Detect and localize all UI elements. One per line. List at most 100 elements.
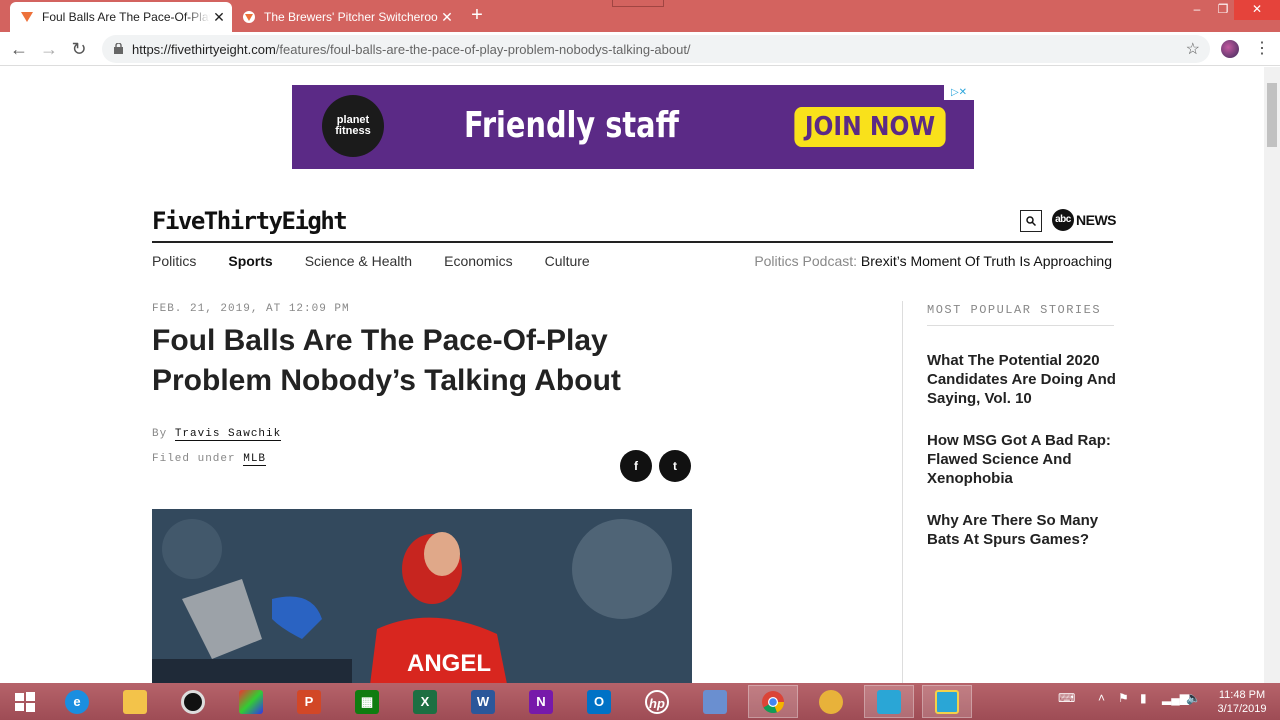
snipping-tool-taskbar[interactable]	[864, 685, 914, 718]
back-arrow-icon[interactable]: ←	[8, 38, 30, 60]
author-link[interactable]: Travis Sawchik	[174, 428, 282, 441]
abc-news-text: NEWS	[1076, 212, 1117, 228]
tab-title: Foul Balls Are The Pace-Of-Play P	[42, 10, 210, 24]
twitter-share-icon[interactable]: t	[659, 450, 691, 482]
sidebar-title: MOST POPULAR STORIES	[927, 303, 1102, 317]
lock-icon	[114, 43, 123, 54]
tray-expand-icon[interactable]: ˄	[1098, 691, 1105, 705]
url-host: https://fivethirtyeight.com	[132, 42, 276, 57]
search-icon[interactable]	[1020, 210, 1042, 232]
abc-news-logo[interactable]: abc NEWS	[1052, 209, 1117, 231]
excel-icon: X	[413, 689, 437, 714]
tab-foul-balls[interactable]: Foul Balls Are The Pace-Of-Play P ✕	[10, 2, 232, 32]
internet-explorer-taskbar[interactable]: e	[52, 685, 102, 718]
store-taskbar[interactable]: ▦	[342, 685, 392, 718]
fivethirtyeight-favicon-icon	[21, 12, 33, 22]
tab-close-icon[interactable]: ✕	[210, 9, 228, 26]
file-explorer-taskbar[interactable]	[110, 685, 160, 718]
network-icon[interactable]: ▂▄▆	[1162, 691, 1189, 705]
word-icon: W	[471, 689, 495, 714]
url-path: /features/foul-balls-are-the-pace-of-pla…	[275, 42, 691, 57]
tag-link-mlb[interactable]: MLB	[243, 453, 267, 466]
popular-story-2[interactable]: How MSG Got A Bad Rap: Flawed Science An…	[927, 431, 1117, 488]
word-taskbar[interactable]: W	[458, 685, 508, 718]
snipping-tool-2-taskbar[interactable]	[922, 685, 972, 718]
browser-titlebar: Foul Balls Are The Pace-Of-Play P ✕ The …	[0, 0, 1280, 32]
clock-time: 11:48 PM	[1218, 689, 1266, 701]
header-divider	[152, 241, 1113, 243]
onenote-icon: N	[529, 689, 553, 714]
app-taskbar[interactable]	[806, 685, 856, 718]
scrollbar-thumb[interactable]	[1267, 83, 1277, 147]
site-logo[interactable]: FiveThirtyEight	[152, 207, 348, 235]
hp-icon: hp	[645, 689, 669, 714]
hp-app-taskbar[interactable]: hp	[632, 685, 682, 718]
internet-explorer-icon: e	[65, 689, 89, 714]
window-drag-handle[interactable]	[612, 0, 664, 7]
minimize-button[interactable]: –	[1184, 0, 1210, 20]
close-window-button[interactable]: ✕	[1234, 0, 1280, 20]
outlook-icon: O	[587, 689, 611, 714]
utility-icon	[703, 689, 727, 714]
url-text[interactable]: https://fivethirtyeight.com/features/fou…	[132, 42, 691, 57]
excel-taskbar[interactable]: X	[400, 685, 450, 718]
podcast-label: Politics Podcast:	[754, 253, 858, 269]
nav-economics[interactable]: Economics	[444, 253, 512, 269]
filed-under: Filed under MLB	[152, 453, 267, 466]
address-bar[interactable]: https://fivethirtyeight.com/features/fou…	[102, 35, 1210, 63]
page-content: planet fitness Friendly staff JOIN NOW ▷…	[0, 67, 1264, 683]
section-nav: Politics Sports Science & Health Economi…	[152, 253, 622, 269]
popular-story-3[interactable]: Why Are There So Many Bats At Spurs Game…	[927, 511, 1117, 549]
popular-story-1[interactable]: What The Potential 2020 Candidates Are D…	[927, 351, 1117, 408]
photos-icon	[239, 689, 263, 714]
article-hero-image: ANGEL	[152, 509, 692, 683]
svg-text:ANGEL: ANGEL	[407, 650, 491, 677]
camera-app-taskbar[interactable]	[168, 685, 218, 718]
utility-taskbar[interactable]	[690, 685, 740, 718]
tab-close-icon[interactable]: ✕	[438, 9, 456, 26]
chrome-taskbar[interactable]	[748, 685, 798, 718]
start-button[interactable]	[0, 685, 50, 718]
clock-date: 3/17/2019	[1217, 703, 1267, 715]
adchoices-icon[interactable]: ▷✕	[944, 85, 974, 100]
planet-fitness-logo: planet fitness	[322, 95, 384, 157]
chrome-icon	[762, 690, 785, 713]
powerpoint-icon: P	[297, 689, 321, 714]
new-tab-button[interactable]: +	[466, 5, 488, 27]
nav-culture[interactable]: Culture	[545, 253, 590, 269]
nav-politics[interactable]: Politics	[152, 253, 196, 269]
maximize-button[interactable]: ❐	[1210, 0, 1236, 20]
app-icon	[819, 689, 843, 714]
tab-brewers[interactable]: The Brewers' Pitcher Switcheroo ✕	[236, 2, 460, 32]
battery-icon[interactable]: ▮	[1140, 691, 1147, 705]
ad-message: Friendly staff	[464, 105, 679, 146]
article-headline: Foul Balls Are The Pace-Of-Play Problem …	[152, 324, 621, 397]
photos-app-taskbar[interactable]	[226, 685, 276, 718]
profile-avatar[interactable]	[1221, 40, 1239, 58]
volume-icon[interactable]: 🔈	[1186, 691, 1201, 705]
page-scrollbar[interactable]	[1264, 67, 1280, 683]
nav-sports[interactable]: Sports	[228, 253, 272, 269]
banner-ad[interactable]: planet fitness Friendly staff JOIN NOW ▷…	[292, 85, 974, 169]
facebook-share-icon[interactable]: f	[620, 450, 652, 482]
snipping-icon	[877, 689, 901, 714]
sidebar: MOST POPULAR STORIES What The Potential …	[902, 301, 1116, 683]
folder-icon	[123, 689, 147, 714]
forward-arrow-icon[interactable]: →	[38, 38, 60, 60]
outlook-taskbar[interactable]: O	[574, 685, 624, 718]
reload-icon[interactable]: ↻	[68, 38, 90, 60]
nav-science-health[interactable]: Science & Health	[305, 253, 412, 269]
keyboard-icon[interactable]: ⌨	[1058, 691, 1075, 705]
powerpoint-taskbar[interactable]: P	[284, 685, 334, 718]
bookmark-star-icon[interactable]: ☆	[1186, 39, 1200, 59]
fivethirtyeight-favicon-icon	[243, 11, 255, 23]
join-now-button[interactable]: JOIN NOW	[794, 107, 946, 147]
windows-taskbar: e P ▦ X W N O hp ⌨ ˄ ⚑ ▮ ▂▄▆ 🔈	[0, 683, 1280, 720]
taskbar-clock[interactable]: 11:48 PM 3/17/2019	[1214, 688, 1270, 716]
podcast-promo[interactable]: Politics Podcast: Brexit’s Moment Of Tru…	[754, 253, 1112, 269]
onenote-taskbar[interactable]: N	[516, 685, 566, 718]
chrome-menu-icon[interactable]: ⋮	[1254, 38, 1270, 60]
action-center-flag-icon[interactable]: ⚑	[1118, 691, 1129, 705]
article-date: FEB. 21, 2019, AT 12:09 PM	[152, 303, 350, 315]
filed-label: Filed under	[152, 453, 236, 465]
